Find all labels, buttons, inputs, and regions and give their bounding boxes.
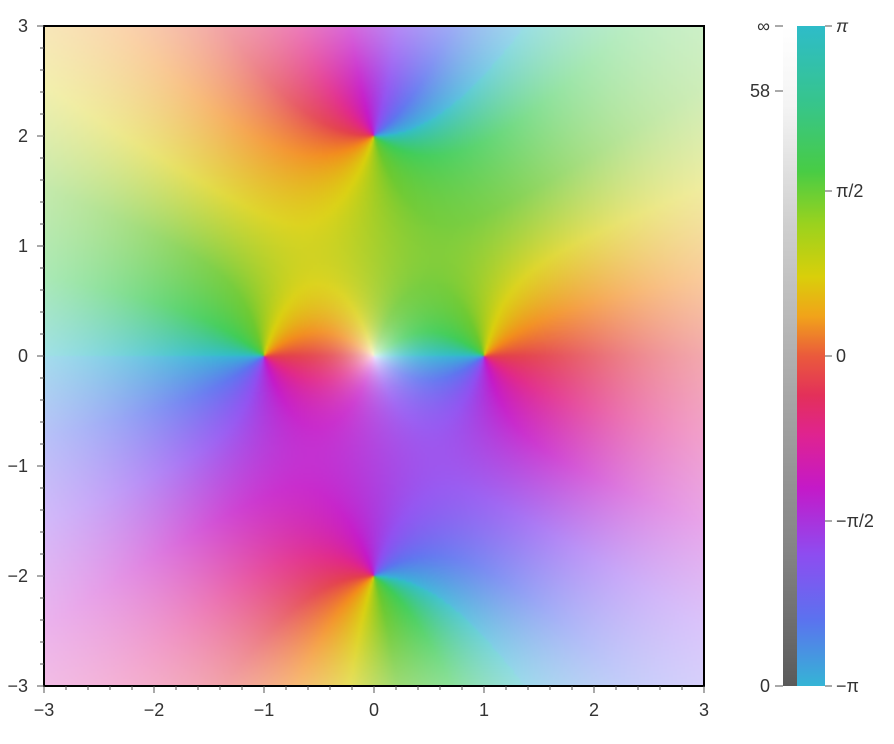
phase-label-neg-pi-half: −π/2	[836, 511, 874, 531]
phase-colorbar	[797, 26, 825, 686]
y-tick-label: −3	[7, 676, 28, 696]
plot-overlay: −3 −2 −1 0 1 2 3 −3 −2 −1 0 1 2 3 ∞ 58 0 π π/2 0 −π/…	[7, 16, 874, 720]
y-tick-label: −1	[7, 456, 28, 476]
y-tick-label: 3	[18, 16, 28, 36]
magnitude-label-0: 0	[760, 676, 770, 696]
x-tick-label: 1	[479, 700, 489, 720]
x-tick-label: −2	[144, 700, 165, 720]
phase-label-neg-pi: −π	[836, 676, 859, 696]
x-axis: −3 −2 −1 0 1 2 3	[34, 686, 709, 720]
y-tick-label: 1	[18, 236, 28, 256]
x-tick-label: −1	[254, 700, 275, 720]
complex-function-plot: −3 −2 −1 0 1 2 3 −3 −2 −1 0 1 2 3 ∞ 58 0 π π/2 0 −π/…	[0, 0, 894, 744]
colorbars: ∞ 58 0 π π/2 0 −π/2 −π	[750, 16, 874, 696]
phase-label-pi: π	[836, 16, 849, 36]
x-tick-label: 0	[369, 700, 379, 720]
x-tick-label: 2	[589, 700, 599, 720]
phase-label-zero: 0	[836, 346, 846, 366]
y-tick-label: −2	[7, 566, 28, 586]
magnitude-label-58: 58	[750, 81, 770, 101]
y-tick-label: 2	[18, 126, 28, 146]
x-tick-label: −3	[34, 700, 55, 720]
y-axis: −3 −2 −1 0 1 2 3	[7, 16, 44, 696]
y-tick-label: 0	[18, 346, 28, 366]
plot-frame	[43, 25, 705, 687]
phase-label-pi-half: π/2	[836, 181, 863, 201]
magnitude-colorbar	[783, 26, 797, 686]
magnitude-label-inf: ∞	[757, 16, 770, 36]
x-tick-label: 3	[699, 700, 709, 720]
